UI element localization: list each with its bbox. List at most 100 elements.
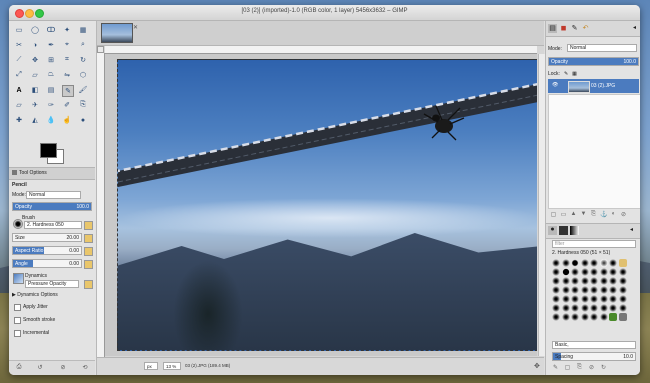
foreground-select-icon[interactable]: ◑: [30, 40, 40, 50]
foreground-color-swatch[interactable]: [40, 143, 57, 158]
close-tab-icon[interactable]: ✕: [133, 24, 138, 31]
image-canvas[interactable]: [117, 59, 537, 351]
zoom-icon[interactable]: ⌕: [78, 40, 88, 50]
channels-tab-icon[interactable]: ◼: [559, 24, 568, 33]
brush-grid[interactable]: [552, 259, 630, 331]
measure-icon[interactable]: ⟋: [14, 55, 24, 65]
color-picker-icon[interactable]: ⌖: [62, 40, 72, 50]
eraser-icon[interactable]: ▱: [14, 100, 24, 110]
airbrush-icon[interactable]: ✈: [30, 100, 40, 110]
perspective-clone-icon[interactable]: ◭: [30, 115, 40, 125]
mode-select[interactable]: Normal: [26, 191, 81, 199]
duplicate-brush-icon[interactable]: ⎘: [576, 364, 583, 371]
align-icon[interactable]: ⊞: [46, 55, 56, 65]
move-icon[interactable]: ✥: [30, 55, 40, 65]
aspect-ratio-slider[interactable]: Aspect Ratio 0.00: [12, 246, 82, 255]
canvas-area[interactable]: [105, 54, 537, 356]
quick-mask-corner-icon[interactable]: [97, 46, 104, 53]
dynamics-icon[interactable]: [13, 273, 24, 284]
dynamics-options-expander[interactable]: ▶ Dynamics Options: [12, 291, 58, 299]
dynamics-select[interactable]: Pressure Opacity: [25, 280, 79, 288]
color-select-icon[interactable]: ▦: [78, 25, 88, 35]
rect-select-icon[interactable]: ▭: [14, 25, 24, 35]
save-options-icon[interactable]: ⎙: [15, 364, 23, 372]
refresh-brushes-icon[interactable]: ↻: [600, 364, 607, 371]
perspective-icon[interactable]: ⏢: [46, 70, 56, 80]
paths-tab-icon[interactable]: ✎: [570, 24, 579, 33]
delete-brush-icon[interactable]: ⊘: [588, 364, 595, 371]
ellipse-select-icon[interactable]: ◯: [30, 25, 40, 35]
blend-icon[interactable]: ▤: [46, 85, 56, 95]
text-icon[interactable]: A: [14, 85, 24, 95]
delete-layer-icon[interactable]: ⊘: [620, 211, 627, 218]
layer-visibility-icon[interactable]: 👁: [552, 82, 558, 88]
vertical-scrollbar[interactable]: [538, 54, 545, 356]
brush-filter-input[interactable]: filter: [552, 240, 636, 248]
bucket-fill-icon[interactable]: ◧: [30, 85, 40, 95]
delete-options-icon[interactable]: ⊘: [59, 364, 67, 372]
zoom-select[interactable]: 13 %: [163, 362, 181, 370]
brush-select[interactable]: 2. Hardness 050: [24, 221, 82, 229]
layers-mode-select[interactable]: Normal: [567, 44, 637, 52]
lower-layer-icon[interactable]: ▼: [580, 211, 587, 218]
fuzzy-select-icon[interactable]: ✦: [62, 25, 72, 35]
gradients-tab-icon[interactable]: [570, 226, 579, 235]
smooth-stroke-checkbox[interactable]: [14, 317, 21, 324]
pencil-icon[interactable]: ✎: [62, 85, 74, 97]
layers-opacity-slider[interactable]: Opacity 100.0: [548, 57, 639, 66]
clone-icon[interactable]: ⎘: [78, 100, 88, 110]
new-brush-icon[interactable]: ▢: [564, 364, 571, 371]
restore-options-icon[interactable]: ↺: [36, 364, 44, 372]
vertical-ruler[interactable]: [97, 53, 105, 358]
new-layer-icon[interactable]: ▢: [550, 211, 557, 218]
opacity-slider[interactable]: Opacity 100.0: [12, 202, 92, 211]
duplicate-layer-icon[interactable]: ⎘: [590, 211, 597, 218]
unit-select[interactable]: px: [144, 362, 158, 370]
tool-options-tab[interactable]: Tool Options: [9, 167, 95, 180]
angle-slider[interactable]: Angle 0.00: [12, 259, 82, 268]
horizontal-ruler[interactable]: [105, 46, 537, 54]
mask-layer-icon[interactable]: ◐: [610, 211, 617, 218]
lock-alpha-icon[interactable]: ▦: [572, 71, 577, 77]
smudge-icon[interactable]: ☝: [62, 115, 72, 125]
lock-pixels-icon[interactable]: ✎: [564, 71, 568, 77]
raise-layer-icon[interactable]: ▲: [570, 211, 577, 218]
scale-icon[interactable]: ⤢: [14, 70, 24, 80]
layers-list[interactable]: [548, 94, 640, 209]
brush-spacing-slider[interactable]: Spacing 10.0: [552, 352, 636, 361]
paths-icon[interactable]: ✒: [46, 40, 56, 50]
brush-dock-menu-icon[interactable]: ◂: [630, 226, 633, 233]
dodge-burn-icon[interactable]: ●: [78, 115, 88, 125]
aspect-reset-icon[interactable]: [84, 247, 93, 256]
patterns-tab-icon[interactable]: [559, 226, 568, 235]
new-group-icon[interactable]: ▭: [560, 211, 567, 218]
ink-icon[interactable]: ✑: [46, 100, 56, 110]
navigate-icon[interactable]: ✥: [534, 362, 542, 370]
mypaint-brush-icon[interactable]: ✐: [62, 100, 72, 110]
brush-preview-icon[interactable]: [13, 219, 23, 229]
dock-menu-icon[interactable]: ◂: [630, 24, 639, 33]
brushes-tab-icon[interactable]: ●: [548, 226, 557, 235]
blur-icon[interactable]: 💧: [46, 115, 56, 125]
reset-options-icon[interactable]: ⟲: [81, 364, 89, 372]
edit-brush-icon[interactable]: ✎: [552, 364, 559, 371]
brush-tag-input[interactable]: Basic,: [552, 341, 636, 349]
heal-icon[interactable]: ✚: [14, 115, 24, 125]
size-slider[interactable]: Size 20.00: [12, 233, 82, 242]
dynamics-edit-icon[interactable]: [84, 280, 93, 289]
angle-reset-icon[interactable]: [84, 260, 93, 269]
layers-tab-icon[interactable]: ▤: [548, 24, 557, 33]
apply-jitter-checkbox[interactable]: [14, 304, 21, 311]
shear-icon[interactable]: ▱: [30, 70, 40, 80]
paintbrush-icon[interactable]: 🖌: [78, 85, 88, 95]
layer-row[interactable]: 👁 03 (2).JPG: [548, 79, 639, 93]
flip-icon[interactable]: ⇋: [62, 70, 72, 80]
rotate-icon[interactable]: ↻: [78, 55, 88, 65]
scissors-icon[interactable]: ✂: [14, 40, 24, 50]
undo-tab-icon[interactable]: ↶: [581, 24, 590, 33]
incremental-checkbox[interactable]: [14, 330, 21, 337]
anchor-layer-icon[interactable]: ⚓: [600, 211, 607, 218]
crop-icon[interactable]: ⌗: [62, 55, 72, 65]
brush-edit-icon[interactable]: [84, 221, 93, 230]
image-tab-thumbnail[interactable]: [101, 23, 133, 43]
